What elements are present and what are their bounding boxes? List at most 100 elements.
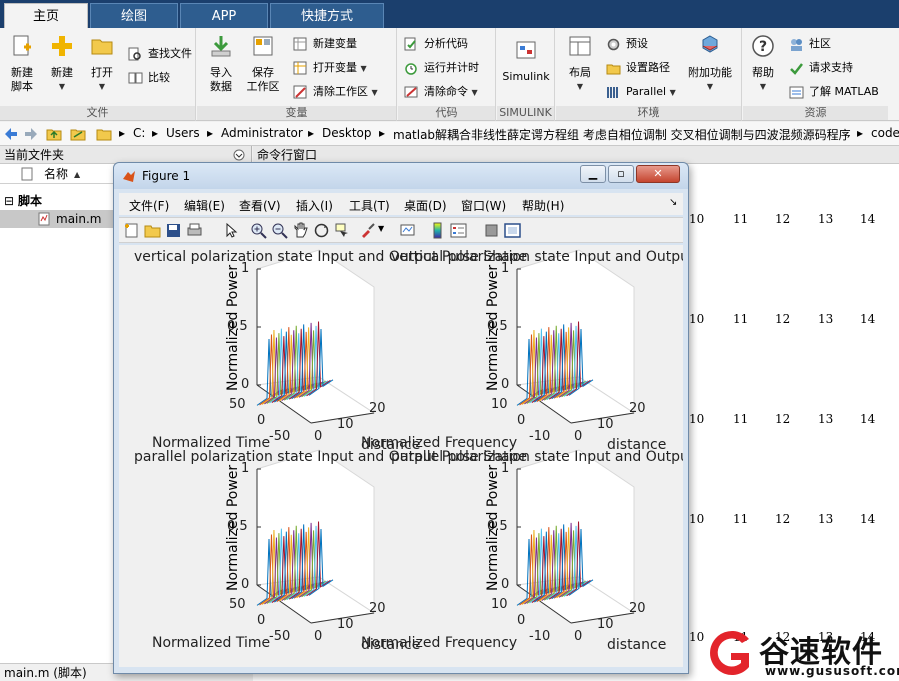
set-path-button[interactable]: 设置路径 [606,58,670,78]
simulink-button[interactable]: Simulink [497,38,555,84]
path-segment[interactable]: Users [166,126,200,140]
path-segment[interactable]: matlab解耦合非线性薛定谔方程组 考虑自相位调制 交叉相位调制与四波混频源码… [393,126,851,143]
group-simulink: Simulink SIMULINK [497,28,555,121]
chevron-down-icon: ▼ [360,64,367,73]
clear-commands-button[interactable]: 清除命令 ▼ [404,82,478,102]
clear-workspace-button[interactable]: 清除工作区 ▼ [293,82,378,102]
preferences-label: 预设 [626,37,648,50]
cursor-icon[interactable] [223,222,240,239]
import-data-button[interactable]: 导入 数据 [201,34,241,94]
hide-plot-tools-icon[interactable] [483,222,500,239]
tab-apps[interactable]: APP [180,3,268,28]
output-value: 10 [689,212,705,226]
request-support-label: 请求支持 [809,61,853,74]
figure-toolbar: ▼ [119,217,683,243]
learn-matlab-button[interactable]: 了解 MATLAB [789,82,879,102]
print-icon[interactable] [186,222,203,239]
legend-icon[interactable] [450,222,467,239]
close-button[interactable]: ✕ [636,165,680,183]
new-variable-icon [293,37,307,51]
y-tick-label: 20 [369,401,386,416]
compare-button[interactable]: 比较 [128,68,170,88]
rotate-3d-icon[interactable] [313,222,330,239]
open-variable-button[interactable]: 打开变量 ▼ [293,58,367,78]
tab-home[interactable]: 主页 [4,3,88,28]
save-icon[interactable] [165,222,182,239]
path-segment[interactable]: Desktop [322,126,372,140]
group-code: 分析代码 运行并计时 清除命令 ▼ 代码 [398,28,496,121]
sort-ascending-icon: ▲ [74,170,81,179]
colorbar-icon[interactable] [429,222,446,239]
path-separator: ▸ [308,126,315,140]
menu-desktop[interactable]: 桌面(D) [404,197,447,214]
new-button[interactable]: 新建 ▼ [42,34,82,94]
dock-arrow-icon[interactable]: ↘ [669,197,677,208]
x-axis-label: Normalized Time [152,635,271,651]
tab-plots[interactable]: 绘图 [90,3,178,28]
menu-view[interactable]: 查看(V) [239,197,281,214]
pan-hand-icon[interactable] [292,222,309,239]
chevron-down-icon: ▼ [576,82,584,91]
save-workspace-button[interactable]: 保存 工作区 [243,34,283,94]
find-files-button[interactable]: 查找文件 [128,44,192,64]
chevron-down-icon: ▼ [371,88,378,97]
run-and-time-button[interactable]: 运行并计时 [404,58,479,78]
group-variable: 导入 数据 保存 工作区 新建变量 打开变量 ▼ 清除工作区 ▼ 变量 [197,28,397,121]
show-plot-tools-icon[interactable] [504,222,521,239]
community-button[interactable]: 社区 [789,34,831,54]
compare-label: 比较 [148,71,170,84]
figure-titlebar[interactable]: Figure 1 ▁ ▫ ✕ [114,163,688,189]
menu-window[interactable]: 窗口(W) [461,197,506,214]
path-segment[interactable]: code [871,126,899,140]
folder-open-icon [91,39,113,55]
help-button[interactable]: ? 帮助 ▼ [743,34,783,94]
panel-menu-icon[interactable] [233,149,245,161]
ribbon: 新建 脚本 新建 ▼ 打开 ▼ 查找文件 比较 文件 导入 数据 保存 工作区 … [0,28,899,121]
layout-label: 布局 [569,66,591,79]
path-segment[interactable]: Administrator [221,126,303,140]
brush-dropdown-icon[interactable]: ▼ [378,224,384,233]
menu-edit[interactable]: 编辑(E) [184,197,225,214]
figure-canvas[interactable]: vertical polarization state Input and Ou… [119,245,683,667]
menu-help[interactable]: 帮助(H) [522,197,564,214]
output-value: 11 [733,512,749,526]
up-folder-icon[interactable] [46,126,62,142]
output-value: 11 [733,212,749,226]
request-support-button[interactable]: 请求支持 [789,58,853,78]
new-figure-icon[interactable] [123,222,140,239]
open-button[interactable]: 打开 ▼ [82,34,122,94]
browse-folder-icon[interactable] [70,126,86,142]
back-arrow-icon[interactable] [3,126,19,142]
collapse-icon[interactable]: ⊟ [4,192,14,210]
new-variable-button[interactable]: 新建变量 [293,34,357,54]
menu-tools[interactable]: 工具(T) [349,197,390,214]
set-path-icon [606,64,621,75]
data-cursor-icon[interactable] [334,222,351,239]
y-tick-label: 10 [337,417,354,432]
path-segment[interactable]: C: [133,126,145,140]
layout-button[interactable]: 布局 ▼ [560,34,600,94]
new-script-button[interactable]: 新建 脚本 [2,34,42,94]
analyze-code-button[interactable]: 分析代码 [404,34,468,54]
plus-icon [52,36,72,56]
command-window-title-text: 命令行窗口 [257,148,318,162]
parallel-button[interactable]: Parallel ▼ [606,82,676,102]
tab-shortcuts[interactable]: 快捷方式 [270,3,384,28]
maximize-button[interactable]: ▫ [608,165,634,183]
minimize-button[interactable]: ▁ [580,165,606,183]
output-value: 12 [775,412,791,426]
new-variable-label: 新建变量 [313,37,357,50]
menu-file[interactable]: 文件(F) [129,197,169,214]
preferences-button[interactable]: 预设 [606,34,648,54]
forward-arrow-icon[interactable] [23,126,39,142]
community-icon [791,39,802,51]
save-workspace-label: 保存 工作区 [246,66,280,93]
brush-icon[interactable] [359,222,376,239]
zoom-out-icon[interactable] [271,222,288,239]
add-ons-button[interactable]: 附加功能 ▼ [686,34,734,94]
menu-insert[interactable]: 插入(I) [296,197,333,214]
y-tick-label: 20 [369,601,386,616]
open-file-icon[interactable] [144,222,161,239]
link-plot-icon[interactable] [399,222,416,239]
zoom-in-icon[interactable] [250,222,267,239]
